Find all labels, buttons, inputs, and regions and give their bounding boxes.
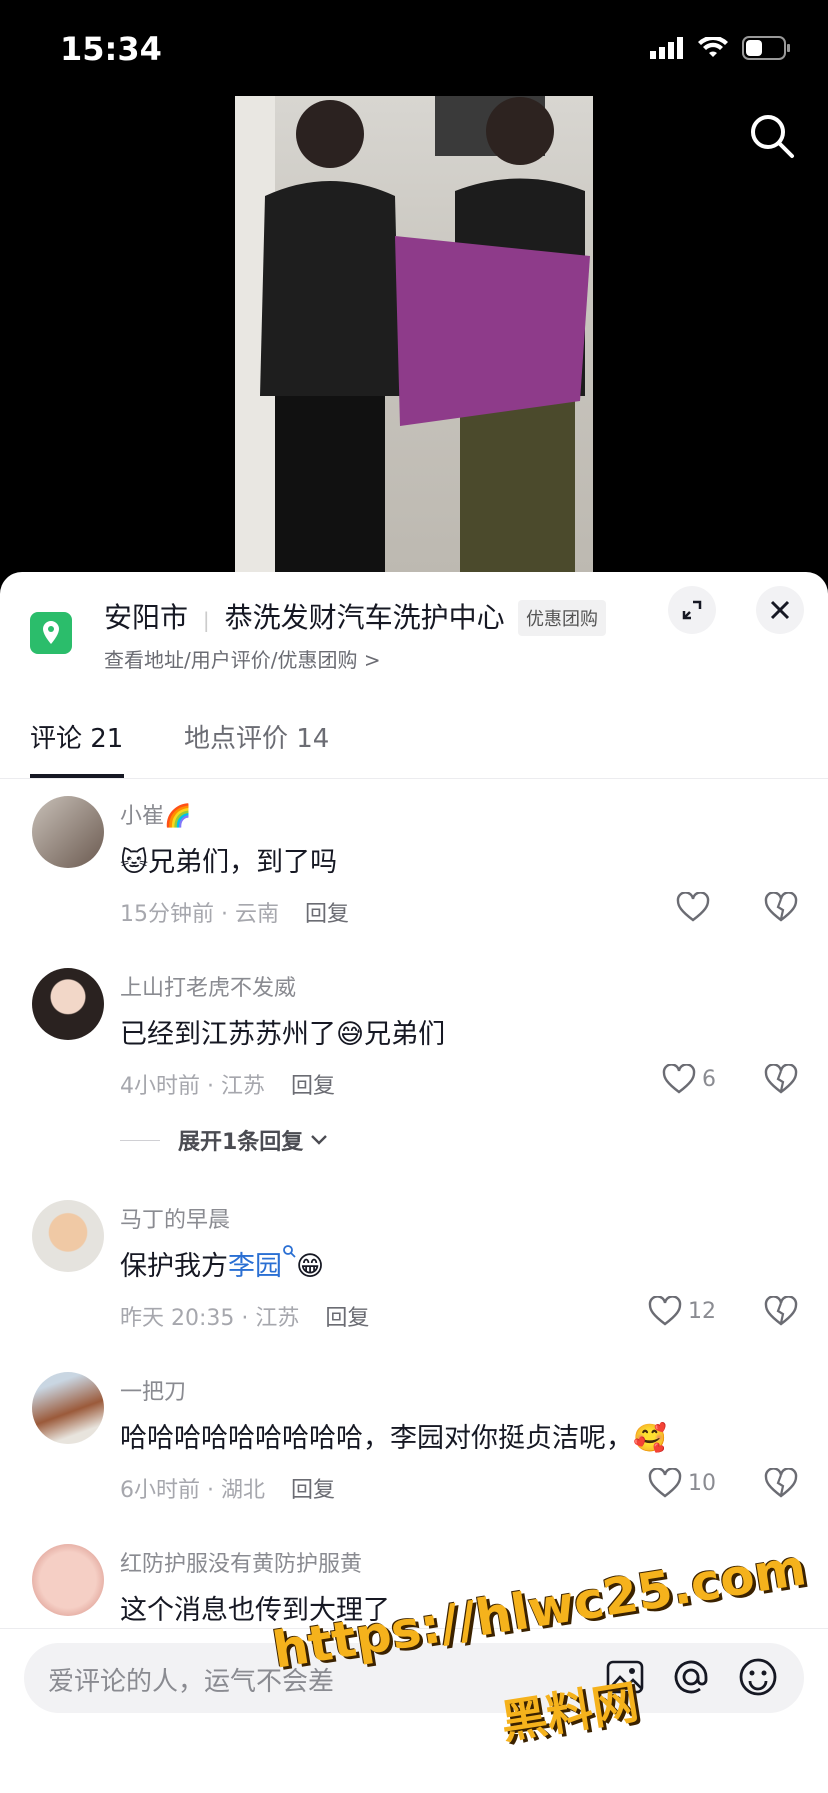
comment-emoji: 😁	[296, 1251, 325, 1282]
poi-divider: |	[202, 608, 210, 632]
heart-icon	[648, 1296, 682, 1326]
signal-icon	[650, 37, 683, 59]
reply-button[interactable]: 回复	[305, 902, 349, 927]
expand-replies-button[interactable]: 展开1条回复	[120, 1124, 329, 1156]
like-button[interactable]: 12	[648, 1296, 716, 1326]
avatar[interactable]	[32, 1200, 104, 1272]
avatar[interactable]	[32, 796, 104, 868]
comment-meta: 15分钟前 · 云南 回复	[120, 896, 349, 928]
avatar[interactable]	[32, 968, 104, 1040]
comment-body: 哈哈哈哈哈哈哈哈哈，李园对你挺贞洁呢，🥰	[120, 1423, 667, 1454]
comment-time-location: 4小时前 · 江苏	[120, 1074, 265, 1099]
comment-body: 已经到江苏苏州了😅兄弟们	[120, 1019, 446, 1050]
status-icons	[650, 36, 792, 60]
comment-item: 上山打老虎不发威 已经到江苏苏州了😅兄弟们 4小时前 · 江苏 回复 6 展开1条…	[0, 968, 828, 1168]
status-time: 15:34	[60, 30, 162, 68]
video-frame-image	[235, 96, 590, 572]
broken-heart-icon	[764, 1063, 798, 1094]
reply-button[interactable]: 回复	[291, 1074, 335, 1099]
comment-item: 一把刀 哈哈哈哈哈哈哈哈哈，李园对你挺贞洁呢，🥰 6小时前 · 湖北 回复 10	[0, 1372, 828, 1522]
comment-username[interactable]: 一把刀	[120, 1374, 186, 1406]
avatar[interactable]	[32, 1372, 104, 1444]
comment-body: 保护我方	[120, 1251, 228, 1282]
dislike-button[interactable]	[764, 891, 798, 926]
comment-body: 兄弟们，到了吗	[148, 847, 338, 878]
poi-name: 恭洗发财汽车洗护中心	[224, 601, 505, 634]
heart-icon	[676, 892, 710, 922]
like-count: 6	[702, 1066, 716, 1092]
comment-item: 小崔🌈 🐱兄弟们，到了吗 15分钟前 · 云南 回复	[0, 796, 828, 946]
comment-text: 🐱兄弟们，到了吗	[120, 840, 337, 879]
dislike-button[interactable]	[764, 1295, 798, 1330]
broken-heart-icon	[764, 1295, 798, 1326]
broken-heart-icon	[764, 1467, 798, 1498]
comment-time-location: 昨天 20:35 · 江苏	[120, 1306, 300, 1331]
tab-location-reviews[interactable]: 地点评价 14	[184, 718, 329, 755]
comment-username[interactable]: 小崔🌈	[120, 798, 191, 830]
close-button[interactable]	[756, 586, 804, 634]
poi-city: 安阳市	[104, 601, 189, 634]
comment-meta: 4小时前 · 江苏 回复	[120, 1068, 335, 1100]
broken-heart-icon	[764, 891, 798, 922]
comment-username[interactable]: 马丁的早晨	[120, 1202, 230, 1234]
reply-button[interactable]: 回复	[325, 1306, 369, 1331]
wifi-icon	[698, 37, 728, 57]
like-count: 12	[688, 1298, 716, 1324]
battery-icon	[742, 36, 790, 60]
close-icon	[770, 600, 790, 620]
at-mention-icon[interactable]	[672, 1658, 710, 1696]
tab-active-indicator	[30, 774, 124, 778]
search-mention-icon	[283, 1245, 296, 1258]
search-icon	[751, 115, 794, 158]
comment-meta: 昨天 20:35 · 江苏 回复	[120, 1300, 369, 1332]
mention-link[interactable]: 李园	[228, 1251, 282, 1282]
poi-title[interactable]: 安阳市 | 恭洗发财汽车洗护中心	[104, 596, 505, 636]
cat-emoji-icon: 🐱	[120, 847, 149, 878]
like-button[interactable]	[676, 892, 716, 922]
comment-tabs: 评论 21 地点评价 14	[0, 714, 828, 779]
expand-button[interactable]	[668, 586, 716, 634]
like-button[interactable]: 6	[662, 1064, 716, 1094]
comment-time-location: 15分钟前 · 云南	[120, 902, 279, 927]
like-button[interactable]: 10	[648, 1468, 716, 1498]
dislike-button[interactable]	[764, 1467, 798, 1502]
like-count: 10	[688, 1470, 716, 1496]
comment-meta: 6小时前 · 湖北 回复	[120, 1472, 335, 1504]
expand-icon	[682, 600, 702, 620]
poi-tag: 优惠团购	[518, 600, 606, 636]
poi-card[interactable]: 安阳市 | 恭洗发财汽车洗护中心 优惠团购 查看地址/用户评价/优惠团购 >	[0, 572, 828, 692]
tab-comments[interactable]: 评论 21	[30, 718, 123, 755]
status-bar: 15:34	[0, 0, 828, 96]
comment-username[interactable]: 上山打老虎不发威	[120, 970, 296, 1002]
expand-divider	[120, 1139, 160, 1141]
expand-replies-label: 展开1条回复	[178, 1130, 304, 1155]
chevron-down-icon	[311, 1135, 328, 1145]
comment-username[interactable]: 红防护服没有黄防护服黄	[120, 1546, 362, 1578]
comment-time-location: 6小时前 · 湖北	[120, 1478, 265, 1503]
search-button[interactable]	[748, 112, 796, 160]
dislike-button[interactable]	[764, 1063, 798, 1098]
avatar[interactable]	[32, 1544, 104, 1616]
location-pin-icon	[30, 612, 72, 654]
heart-icon	[648, 1468, 682, 1498]
emoji-icon[interactable]	[738, 1657, 778, 1697]
reply-button[interactable]: 回复	[291, 1478, 335, 1503]
comment-text: 保护我方李园 😁	[120, 1244, 324, 1283]
heart-icon	[662, 1064, 696, 1094]
poi-subtitle[interactable]: 查看地址/用户评价/优惠团购 >	[104, 644, 381, 673]
comment-item: 马丁的早晨 保护我方李园 😁 昨天 20:35 · 江苏 回复 12	[0, 1200, 828, 1350]
video-player[interactable]	[235, 96, 593, 572]
